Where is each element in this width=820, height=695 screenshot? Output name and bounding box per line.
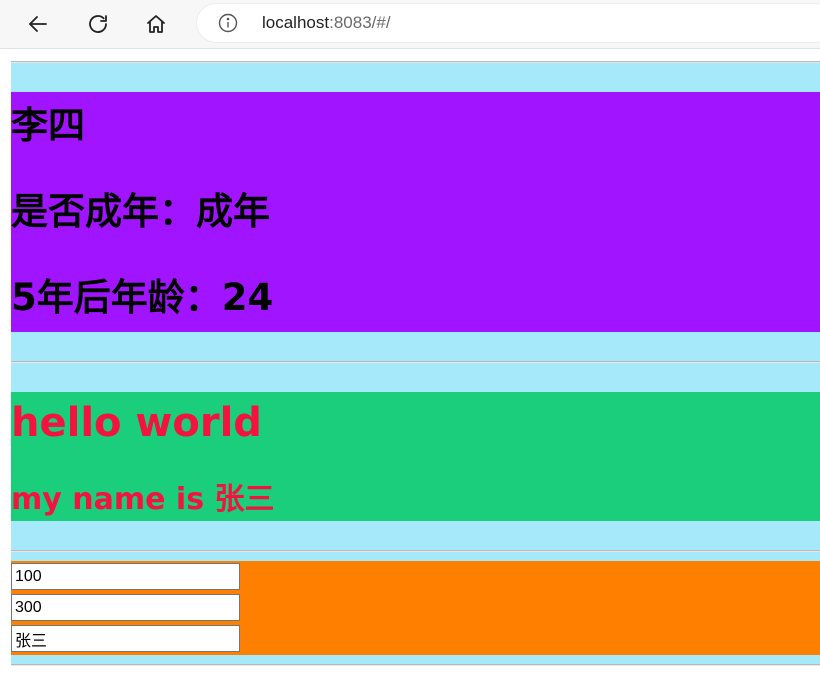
inputs-section: [11, 552, 820, 664]
person-section: 李四 是否成年：成年 5年后年龄：24: [11, 63, 820, 361]
app-root: 李四 是否成年：成年 5年后年龄：24 hello world my name …: [11, 61, 820, 666]
reload-icon: [89, 15, 107, 33]
person-name: 李四: [11, 104, 85, 147]
number-input-second[interactable]: [11, 594, 240, 621]
name-input[interactable]: [11, 625, 240, 652]
address-bar[interactable]: localhost:8083/#/: [196, 3, 820, 43]
url-path: :8083/#/: [329, 13, 391, 32]
url-host: localhost: [262, 13, 330, 32]
page-content: 李四 是否成年：成年 5年后年龄：24 hello world my name …: [0, 49, 820, 695]
greeting-subtitle: my name is 张三: [11, 482, 275, 517]
adult-status: 是否成年：成年: [11, 190, 270, 233]
back-button[interactable]: [22, 8, 54, 40]
greeting-title: hello world: [11, 400, 262, 446]
home-button[interactable]: [140, 8, 172, 40]
info-icon[interactable]: [218, 13, 238, 33]
greeting-card: hello world my name is 张三: [11, 392, 820, 521]
reload-button[interactable]: [82, 8, 114, 40]
divider: [11, 664, 820, 666]
age-after-five-years: 5年后年龄：24: [11, 276, 274, 319]
greeting-section: hello world my name is 张三: [11, 363, 820, 550]
inputs-card: [11, 561, 820, 655]
url-text[interactable]: localhost:8083/#/: [262, 12, 391, 34]
number-input-first[interactable]: [11, 563, 240, 590]
home-icon: [147, 15, 165, 33]
arrow-left-icon: [29, 16, 47, 32]
person-card: 李四 是否成年：成年 5年后年龄：24: [11, 92, 820, 332]
browser-toolbar: localhost:8083/#/: [0, 0, 820, 49]
